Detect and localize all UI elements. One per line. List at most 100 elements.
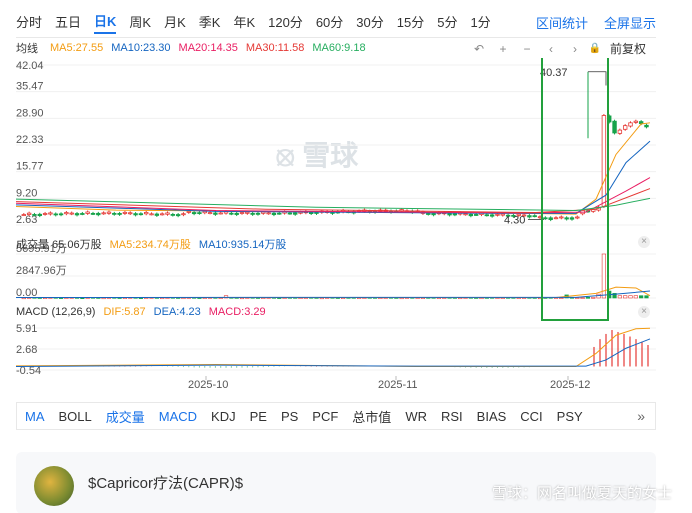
candle-body — [266, 212, 271, 215]
avatar[interactable] — [34, 466, 74, 506]
price-tick: 35.47 — [16, 81, 44, 93]
indicator-9[interactable]: WR — [405, 409, 427, 424]
candle-body — [117, 213, 122, 215]
candle-body — [473, 214, 479, 216]
candle-body — [277, 212, 282, 215]
candle-body — [644, 124, 649, 128]
ma30-line — [15, 188, 651, 214]
tab-7[interactable]: 120分 — [268, 12, 303, 33]
range-stats-link[interactable]: 区间统计 — [536, 13, 588, 32]
candle-body — [165, 212, 170, 215]
indicator-6[interactable]: PS — [281, 409, 298, 424]
candle-body — [553, 217, 559, 220]
volume-bar — [617, 295, 622, 299]
more-indicators-icon[interactable]: » — [637, 408, 645, 424]
volume-legend: 成交量 65.06万股 MA5:234.74万股 MA10:935.14万股 — [16, 236, 286, 252]
candle-body — [261, 211, 266, 214]
indicator-11[interactable]: BIAS — [477, 409, 507, 424]
price-tick: 42.04 — [16, 60, 44, 72]
tabs-right: 区间统计 全屏显示 — [536, 13, 656, 32]
candle-body — [149, 213, 154, 216]
candle-body — [207, 212, 213, 214]
indicator-12[interactable]: CCI — [520, 409, 542, 424]
close-macd-icon[interactable]: × — [638, 306, 650, 318]
ma-label: 均线 — [16, 43, 38, 55]
indicator-5[interactable]: PE — [250, 409, 267, 424]
indicator-4[interactable]: KDJ — [211, 409, 236, 424]
candle-body — [26, 212, 32, 215]
volume-bar — [623, 295, 628, 299]
tab-9[interactable]: 30分 — [356, 12, 383, 33]
high-annotation: 40.37 — [540, 67, 568, 79]
indicator-8[interactable]: 总市值 — [352, 407, 391, 426]
candle-body — [229, 212, 234, 215]
tab-3[interactable]: 周K — [129, 12, 151, 33]
indicator-2[interactable]: 成交量 — [106, 407, 145, 426]
lock-icon[interactable]: 🔒 — [586, 41, 604, 57]
candle-body — [468, 213, 474, 217]
candle-body — [175, 214, 181, 217]
candle-body — [617, 129, 623, 134]
tab-1[interactable]: 五日 — [55, 12, 81, 33]
tab-10[interactable]: 15分 — [397, 12, 424, 33]
adjust-mode[interactable]: 前复权 — [610, 40, 646, 57]
tab-0[interactable]: 分时 — [16, 12, 42, 33]
macd-label: MACD (12,26,9) — [16, 306, 96, 318]
candle-body — [234, 212, 239, 215]
tab-4[interactable]: 月K — [164, 12, 186, 33]
candle-body — [308, 212, 314, 214]
high-pointer — [588, 71, 607, 86]
ma5-line — [15, 122, 651, 215]
candle-body — [463, 213, 468, 216]
candle-body — [223, 211, 229, 214]
indicator-10[interactable]: RSI — [441, 409, 463, 424]
candle-body — [271, 212, 277, 216]
candle-body — [612, 120, 617, 134]
candle-body — [245, 211, 250, 214]
next-icon[interactable]: › — [566, 41, 584, 57]
candle-body — [37, 213, 42, 217]
candle-body — [495, 213, 500, 216]
candle-body — [138, 213, 144, 216]
kline-chart[interactable]: 42.04 35.47 28.90 22.33 15.77 9.20 2.63 40.37 4.… — [15, 49, 656, 391]
zoom-out-icon[interactable]: − — [518, 41, 536, 57]
indicator-13[interactable]: PSY — [557, 409, 583, 424]
chart-svg: 42.0435.4728.9022.3315.779.202.6340.374.… — [15, 49, 656, 391]
candle-body — [53, 213, 58, 216]
tab-11[interactable]: 5分 — [437, 12, 457, 33]
indicator-3[interactable]: MACD — [159, 409, 197, 424]
tab-6[interactable]: 年K — [233, 12, 255, 33]
indicator-0[interactable]: MA — [25, 409, 45, 424]
volume-bar — [580, 297, 585, 299]
candle-body — [559, 216, 564, 219]
candle-body — [197, 212, 202, 215]
volume-bar — [585, 297, 591, 299]
tab-5[interactable]: 季K — [199, 12, 221, 33]
post-title[interactable]: $Capricor疗法(CAPR)$ — [88, 472, 243, 493]
fullscreen-link[interactable]: 全屏显示 — [604, 13, 656, 32]
candle-body — [314, 212, 319, 214]
candle-body — [128, 212, 133, 215]
close-volume-icon[interactable]: × — [638, 236, 650, 248]
tab-8[interactable]: 60分 — [316, 12, 343, 33]
ma10-value: MA10:23.30 — [111, 42, 171, 54]
tab-2[interactable]: 日K — [94, 11, 117, 34]
candle-body — [532, 215, 537, 218]
indicator-7[interactable]: PCF — [312, 409, 338, 424]
indicator-bar: MA BOLL 成交量 MACD KDJ PE PS PCF 总市值 WR RSI BIAS CCI PS… — [16, 402, 656, 430]
prev-icon[interactable]: ‹ — [542, 41, 560, 57]
candle-body — [101, 212, 106, 215]
volume-tick: 2847.96万 — [16, 265, 67, 277]
candle-body — [489, 214, 495, 217]
candle-body — [64, 212, 69, 215]
chart-controls: ↶ + − ‹ › 🔒 前复权 — [470, 40, 646, 57]
vol-ma10-line — [15, 290, 651, 298]
restore-icon[interactable]: ↶ — [470, 41, 488, 57]
period-tabs: 分时 五日 日K 周K 月K 季K 年K 120分 60分 30分 15分 5分 1分 区间统计 全屏显示 — [16, 8, 656, 38]
tab-12[interactable]: 1分 — [470, 12, 490, 33]
ma-legend: 均线 MA5:27.55 MA10:23.30 MA20:14.35 MA30:… — [16, 40, 366, 56]
indicator-1[interactable]: BOLL — [59, 409, 92, 424]
zoom-in-icon[interactable]: + — [494, 41, 512, 57]
price-tick: 9.20 — [16, 187, 37, 199]
candle-body — [186, 211, 191, 213]
